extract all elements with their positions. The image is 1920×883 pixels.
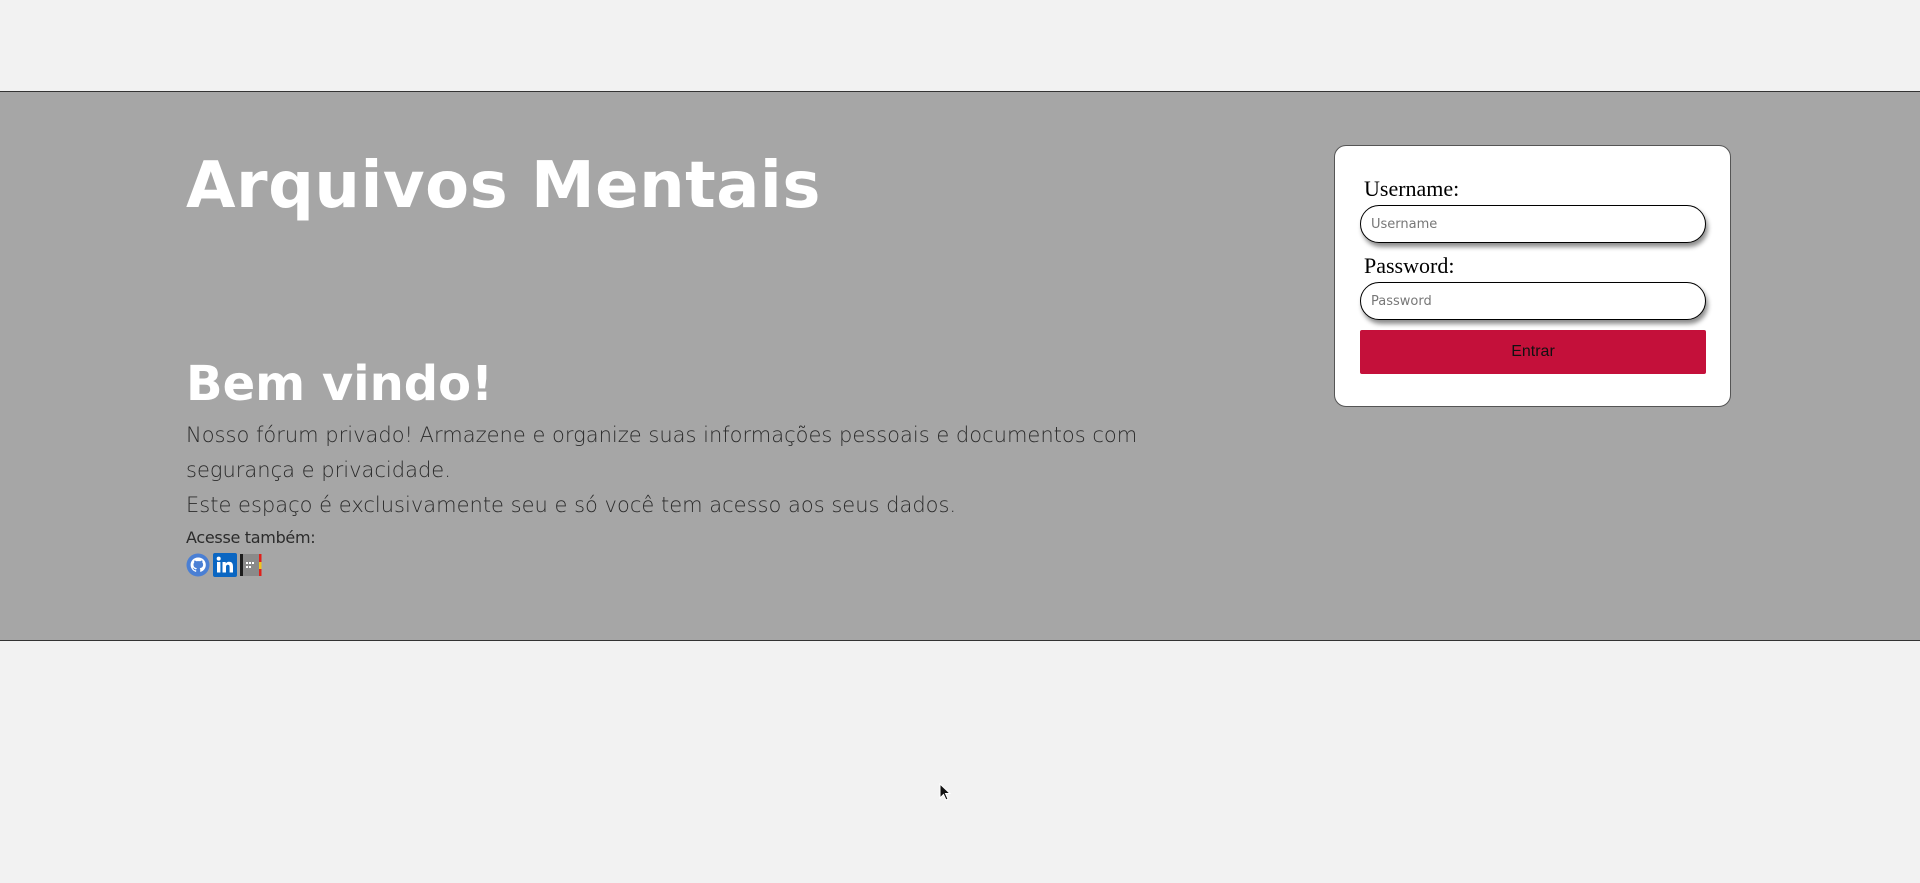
github-icon [186,553,210,577]
password-input[interactable] [1360,282,1706,320]
password-label: Password: [1364,253,1455,278]
username-label: Username: [1364,176,1460,201]
login-form: Username: Password: Entrar [1334,145,1731,407]
username-input[interactable] [1360,205,1706,243]
site-title: Arquivos Mentais [186,149,821,223]
github-link[interactable] [186,553,210,577]
portfolio-icon [240,554,262,576]
description-text: Nosso fórum privado! Armazene e organize… [186,423,1138,482]
login-button[interactable]: Entrar [1360,330,1706,374]
social-links [186,553,1186,577]
mouse-cursor-icon [939,783,951,801]
linkedin-link[interactable] [213,553,237,577]
also-visit-label: Acesse também: [186,528,316,547]
linkedin-icon [213,553,237,577]
portfolio-link[interactable] [240,553,264,577]
welcome-block: Bem vindo! Nosso fórum privado! Armazene… [186,360,1186,577]
welcome-heading: Bem vindo! [186,356,494,412]
description-text-secondary: Este espaço é exclusivamente seu e só vo… [186,493,957,517]
